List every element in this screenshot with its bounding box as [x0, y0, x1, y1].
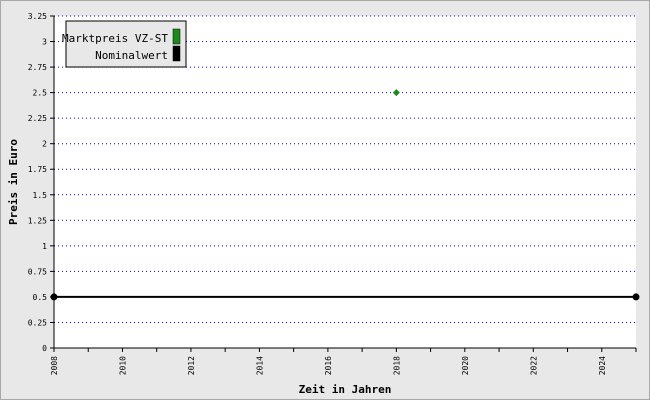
data-point-nominalwert [632, 293, 640, 301]
y-tick-label: 1.75 [28, 165, 47, 174]
y-tick-label: 1 [42, 242, 47, 251]
y-tick-label: 0.75 [28, 267, 47, 276]
x-axis-title: Zeit in Jahren [299, 383, 392, 396]
y-tick-label: 0.25 [28, 318, 47, 327]
x-tick-label: 2008 [50, 356, 59, 375]
y-ticks: 0 0.25 0.5 0.75 1 1.25 1.5 1.75 2 2.25 2.5 2.75 3 3.2… [28, 12, 54, 353]
x-tick-label: 2016 [324, 356, 333, 375]
y-tick-label: 3.25 [28, 12, 47, 21]
y-tick-label: 2.75 [28, 63, 47, 72]
y-axis-title: Preis in Euro [7, 139, 20, 225]
legend-swatch-nominalwert [172, 45, 181, 62]
y-tick-label: 0.5 [33, 293, 48, 302]
x-tick-label: 2020 [461, 356, 470, 375]
y-tick-label: 0 [42, 344, 47, 353]
x-tick-label: 2012 [187, 356, 196, 375]
x-ticks: 2008 2010 2012 2014 2016 2018 2020 2022 2024 [50, 348, 637, 375]
y-tick-label: 2.25 [28, 114, 47, 123]
x-tick-label: 2018 [392, 356, 401, 375]
y-tick-label: 2.5 [33, 89, 48, 98]
y-tick-label: 1.5 [33, 191, 48, 200]
legend: Marktpreis VZ-ST Nominalwert [62, 20, 187, 68]
legend-label-marktpreis: Marktpreis VZ-ST [62, 32, 168, 45]
chart-frame: 0 0.25 0.5 0.75 1 1.25 1.5 1.75 2 2.25 2.5 2.75 3 3.2… [0, 0, 650, 400]
x-tick-label: 2024 [598, 356, 607, 375]
y-tick-label: 2 [42, 140, 47, 149]
x-tick-label: 2022 [529, 356, 538, 375]
price-chart: 0 0.25 0.5 0.75 1 1.25 1.5 1.75 2 2.25 2.5 2.75 3 3.2… [7, 12, 640, 396]
y-tick-label: 1.25 [28, 216, 47, 225]
legend-label-nominalwert: Nominalwert [95, 49, 168, 62]
x-tick-label: 2014 [255, 356, 264, 375]
x-tick-label: 2010 [118, 356, 127, 375]
legend-swatch-marktpreis [172, 28, 181, 45]
y-tick-label: 3 [42, 38, 47, 47]
data-point-nominalwert [50, 293, 58, 301]
